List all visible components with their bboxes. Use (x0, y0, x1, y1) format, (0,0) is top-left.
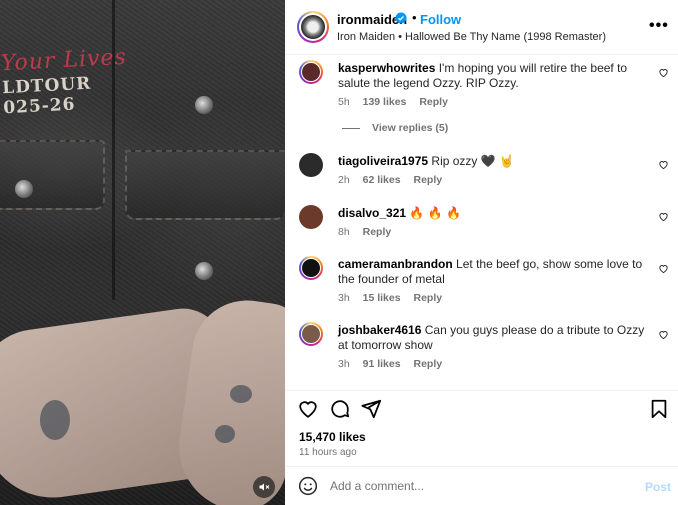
comment-body: disalvo_321 🔥 🔥 🔥 (338, 206, 656, 221)
emoji-icon[interactable] (298, 476, 318, 496)
post-comment-button[interactable]: Post (645, 480, 671, 494)
speaker-muted-icon (259, 483, 270, 491)
like-count[interactable]: 15,470 likes (299, 430, 366, 444)
author-avatar[interactable] (297, 11, 329, 43)
comment-text: Rip ozzy 🖤 🤘 (431, 154, 514, 168)
jacket-pin (195, 96, 213, 114)
reply-button[interactable]: Reply (413, 174, 442, 186)
bookmark-icon[interactable] (648, 398, 670, 420)
more-options-icon[interactable]: ••• (649, 17, 669, 35)
comment-meta: 3h 91 likes Reply (338, 358, 452, 370)
comment-username[interactable]: disalvo_321 (338, 206, 406, 220)
commenter-avatar[interactable] (299, 256, 323, 280)
comment-text: 🔥 🔥 🔥 (409, 206, 461, 220)
share-send-icon[interactable] (360, 398, 382, 420)
jacket-embroidery: Your Lives LDTOUR 025-26 (0, 45, 129, 118)
separator-dot: • (412, 10, 417, 25)
heart-icon[interactable] (658, 263, 669, 274)
audio-subtitle[interactable]: Iron Maiden • Hallowed Be Thy Name (1998… (337, 31, 606, 43)
comment-likes[interactable]: 139 likes (363, 96, 407, 108)
heart-icon[interactable] (658, 67, 669, 78)
embroidery-line-1: Your Lives (0, 44, 128, 77)
follow-button[interactable]: Follow (420, 12, 461, 27)
comment-username[interactable]: cameramanbrandon (338, 257, 453, 271)
post-panel: ironmaiden • Follow Iron Maiden • Hallow… (285, 0, 678, 505)
heart-icon[interactable] (658, 211, 669, 222)
tattoo (215, 425, 235, 443)
commenter-avatar[interactable] (299, 60, 323, 84)
post-media[interactable]: Your Lives LDTOUR 025-26 (0, 0, 285, 505)
comment-time: 3h (338, 358, 350, 370)
comment-body: cameramanbrandon Let the beef go, show s… (338, 257, 656, 287)
comment-meta: 8h Reply (338, 226, 401, 238)
reply-button[interactable]: Reply (413, 292, 442, 304)
comment-time: 2h (338, 174, 350, 186)
heart-icon[interactable] (658, 329, 669, 340)
commenter-avatar[interactable] (299, 322, 323, 346)
tattoo (40, 400, 70, 440)
comment-username[interactable]: tiagoliveira1975 (338, 154, 428, 168)
view-replies-button[interactable]: View replies (5) (342, 122, 448, 134)
post-header: ironmaiden • Follow Iron Maiden • Hallow… (285, 0, 678, 55)
comment-meta: 3h 15 likes Reply (338, 292, 452, 304)
reply-button[interactable]: Reply (363, 226, 392, 238)
comment-body: joshbaker4616 Can you guys please do a t… (338, 323, 656, 353)
comment-meta: 5h 139 likes Reply (338, 96, 458, 108)
post-timestamp[interactable]: 11 hours ago (299, 447, 357, 458)
comment-username[interactable]: kasperwhowrites (338, 61, 435, 75)
commenter-avatar[interactable] (299, 153, 323, 177)
comment-input[interactable] (330, 475, 630, 497)
comment-meta: 2h 62 likes Reply (338, 174, 452, 186)
comment-likes[interactable]: 62 likes (363, 174, 401, 186)
comment-composer: Post (285, 466, 678, 505)
pocket-flap-left (0, 140, 105, 210)
heart-icon[interactable] (658, 159, 669, 170)
comment-likes[interactable]: 91 likes (363, 358, 401, 370)
post-actions: 15,470 likes 11 hours ago (285, 390, 678, 465)
comment-bubble-icon[interactable] (329, 398, 351, 420)
tattoo (230, 385, 252, 403)
reply-button[interactable]: Reply (419, 96, 448, 108)
comment-likes[interactable]: 15 likes (363, 292, 401, 304)
reply-button[interactable]: Reply (413, 358, 442, 370)
pocket-button-left (15, 180, 33, 198)
comment-body: kasperwhowrites I'm hoping you will reti… (338, 61, 656, 91)
comments-list: kasperwhowrites I'm hoping you will reti… (285, 56, 678, 390)
like-heart-icon[interactable] (297, 398, 319, 420)
commenter-avatar[interactable] (299, 205, 323, 229)
comment-time: 3h (338, 292, 350, 304)
pocket-flap-right (125, 150, 285, 220)
verified-badge-icon (395, 12, 407, 24)
comment-username[interactable]: joshbaker4616 (338, 323, 421, 337)
view-replies-label: View replies (5) (372, 122, 449, 134)
comment-time: 5h (338, 96, 350, 108)
mute-button[interactable] (253, 476, 275, 498)
pocket-button-right (195, 262, 213, 280)
comment-body: tiagoliveira1975 Rip ozzy 🖤 🤘 (338, 154, 656, 169)
comment-time: 8h (338, 226, 350, 238)
